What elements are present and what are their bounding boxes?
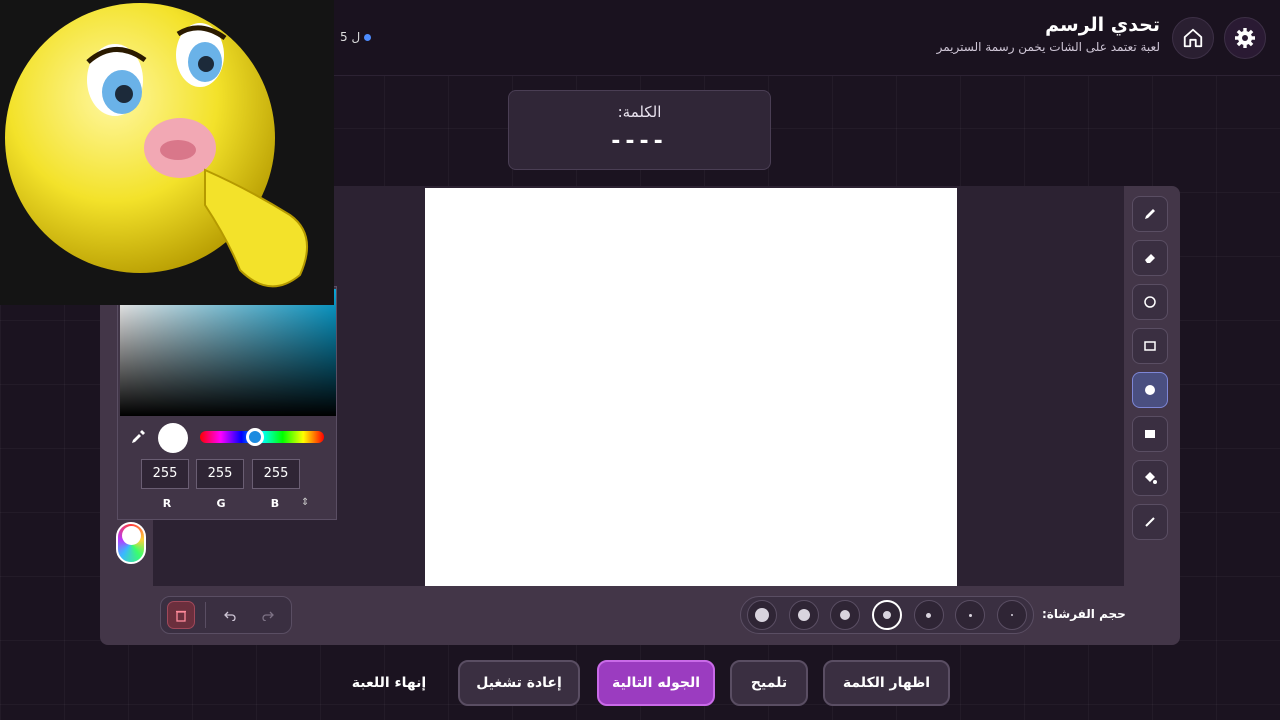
trash-icon <box>176 610 186 622</box>
line-tool[interactable] <box>1132 504 1168 540</box>
counter-text: 5 ل <box>340 30 361 44</box>
word-blanks: ---- <box>611 129 668 154</box>
eyedropper-button[interactable] <box>130 429 146 449</box>
brush-size-option[interactable] <box>788 600 819 630</box>
red-label: R <box>162 497 172 510</box>
saturation-value-area[interactable] <box>120 289 336 416</box>
fill-tool[interactable] <box>1132 460 1168 496</box>
title-block: تحدي الرسم لعبة تعتمد على الشات يخمن رسم… <box>937 14 1160 54</box>
streamer-overlay <box>0 0 334 305</box>
word-label: الكلمة: <box>617 103 662 121</box>
undo-button[interactable] <box>216 601 244 629</box>
redo-button[interactable] <box>254 601 282 629</box>
pencil-icon <box>1145 209 1155 219</box>
color-picker-popover: 255 255 255 R G B ⇕ <box>117 286 337 520</box>
app-subtitle: لعبة تعتمد على الشات يخمن رسمة الستريمر <box>936 40 1160 54</box>
thinking-emoji-icon <box>0 0 334 305</box>
line-icon <box>1145 517 1155 527</box>
home-icon <box>1183 28 1203 48</box>
brush-size-option[interactable] <box>747 600 777 630</box>
palette-knob <box>122 526 141 545</box>
show-word-button[interactable]: اظهار الكلمة <box>823 660 950 706</box>
current-color-swatch <box>158 423 188 453</box>
filled-rectangle-tool[interactable] <box>1132 416 1168 452</box>
status-dot <box>364 33 372 41</box>
eyedropper-icon <box>132 430 145 443</box>
brush-size-option[interactable] <box>830 600 861 630</box>
divider <box>205 602 206 628</box>
brush-size-selector <box>740 596 1034 634</box>
clear-canvas-button[interactable] <box>167 601 195 629</box>
circle-tool[interactable] <box>1132 284 1168 320</box>
hint-button[interactable]: تلميح <box>730 660 808 706</box>
tool-sidebar <box>1132 196 1170 548</box>
word-card: الكلمة: ---- <box>508 90 771 170</box>
rectangle-outline-icon <box>1144 341 1156 351</box>
brush-size-option[interactable] <box>913 600 944 630</box>
pencil-tool[interactable] <box>1132 196 1168 232</box>
end-game-button[interactable]: إنهاء اللعبة <box>340 660 438 706</box>
settings-button[interactable] <box>1224 17 1266 59</box>
brush-size-label: حجم الفرشاة: <box>1042 607 1126 621</box>
brush-size-option[interactable] <box>955 600 986 630</box>
filled-rectangle-icon <box>1145 430 1155 438</box>
blue-input[interactable]: 255 <box>252 459 300 489</box>
brush-size-option-selected[interactable] <box>871 600 902 630</box>
eraser-icon <box>1145 254 1155 263</box>
filled-circle-tool[interactable] <box>1132 372 1168 408</box>
redo-icon <box>262 611 274 621</box>
restart-button[interactable]: إعادة تشغيل <box>458 660 580 706</box>
color-palette-toggle[interactable] <box>116 522 146 564</box>
red-input[interactable]: 255 <box>141 459 189 489</box>
gear-icon <box>1235 28 1255 48</box>
brush-size-option[interactable] <box>996 600 1027 630</box>
hue-slider-thumb[interactable] <box>246 428 264 446</box>
eraser-tool[interactable] <box>1132 240 1168 276</box>
rectangle-tool[interactable] <box>1132 328 1168 364</box>
green-input[interactable]: 255 <box>196 459 244 489</box>
blue-label: B <box>270 497 280 510</box>
green-label: G <box>216 497 226 510</box>
player-counter: 5 ل <box>340 30 372 44</box>
format-toggle[interactable]: ⇕ <box>301 497 309 508</box>
app-title: تحدي الرسم <box>1045 14 1160 36</box>
edit-actions <box>160 596 292 634</box>
home-button[interactable] <box>1172 17 1214 59</box>
game-controls: إنهاء اللعبة إعادة تشغيل الجوله التالية … <box>340 660 960 706</box>
filled-circle-icon <box>1145 385 1155 395</box>
circle-outline-icon <box>1144 296 1156 308</box>
undo-icon <box>224 611 236 621</box>
drawing-canvas[interactable] <box>425 188 957 586</box>
fill-bucket-icon <box>1145 472 1157 484</box>
next-round-button[interactable]: الجوله التالية <box>597 660 715 706</box>
